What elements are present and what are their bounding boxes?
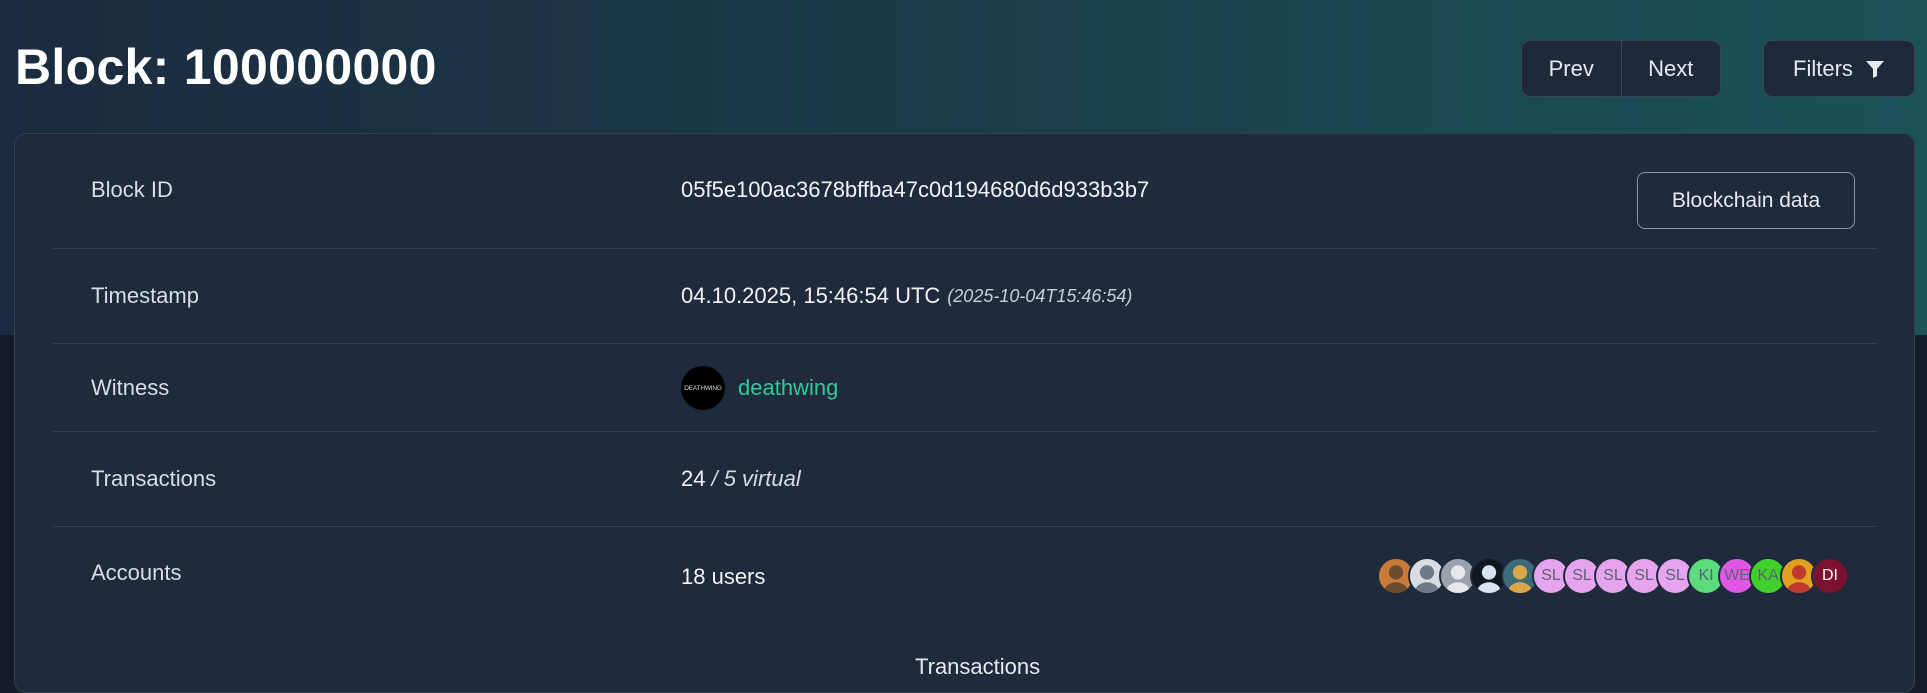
timestamp-value-group: 04.10.2025, 15:46:54 UTC (2025-10-04T15:…: [681, 283, 1132, 309]
accounts-value: 18 users: [681, 564, 766, 589]
blockchain-data-button[interactable]: Blockchain data: [1637, 172, 1855, 229]
transactions-label: Transactions: [91, 466, 217, 491]
timestamp-iso: (2025-10-04T15:46:54): [947, 285, 1133, 306]
accounts-label: Accounts: [91, 560, 182, 585]
detail-row-witness: Witness DEATHWING deathwing: [53, 344, 1877, 432]
witness-value-group: DEATHWING deathwing: [681, 366, 838, 410]
timestamp-value: 04.10.2025, 15:46:54 UTC: [681, 283, 941, 308]
witness-link[interactable]: deathwing: [738, 375, 838, 401]
account-avatar[interactable]: DI: [1811, 557, 1849, 595]
filter-icon: [1865, 60, 1884, 78]
prev-button[interactable]: Prev: [1522, 41, 1621, 96]
block-id-value: 05f5e100ac3678bffba47c0d194680d6d933b3b7: [681, 177, 1150, 202]
detail-row-transactions: Transactions 24 / 5 virtual: [53, 432, 1877, 527]
detail-row-timestamp: Timestamp 04.10.2025, 15:46:54 UTC (2025…: [53, 249, 1877, 344]
transactions-value-group: 24 / 5 virtual: [681, 466, 801, 492]
filters-button[interactable]: Filters: [1763, 40, 1915, 97]
timestamp-label: Timestamp: [91, 283, 199, 308]
transactions-section-heading: Transactions: [915, 654, 1041, 679]
account-avatar-stack: SL SL SL SL SL KI WE KA DI: [1377, 557, 1849, 597]
witness-avatar[interactable]: DEATHWING: [681, 366, 725, 410]
filters-label: Filters: [1793, 55, 1853, 81]
page-title: Block: 100000000: [15, 39, 437, 95]
witness-label: Witness: [91, 375, 170, 400]
detail-row-block-id: Block ID 05f5e100ac3678bffba47c0d194680d…: [53, 134, 1877, 249]
witness-avatar-logo: DEATHWING: [684, 384, 722, 392]
detail-row-accounts: Accounts 18 users SL SL SL SL SL KI WE KA DI: [53, 527, 1877, 622]
next-button[interactable]: Next: [1620, 41, 1721, 96]
block-details-card: Block ID 05f5e100ac3678bffba47c0d194680d…: [14, 133, 1915, 693]
pagination-group: Prev Next: [1521, 40, 1721, 97]
transactions-count: 24: [681, 466, 706, 491]
transactions-virtual: / 5 virtual: [711, 466, 801, 491]
block-id-label: Block ID: [91, 177, 173, 202]
